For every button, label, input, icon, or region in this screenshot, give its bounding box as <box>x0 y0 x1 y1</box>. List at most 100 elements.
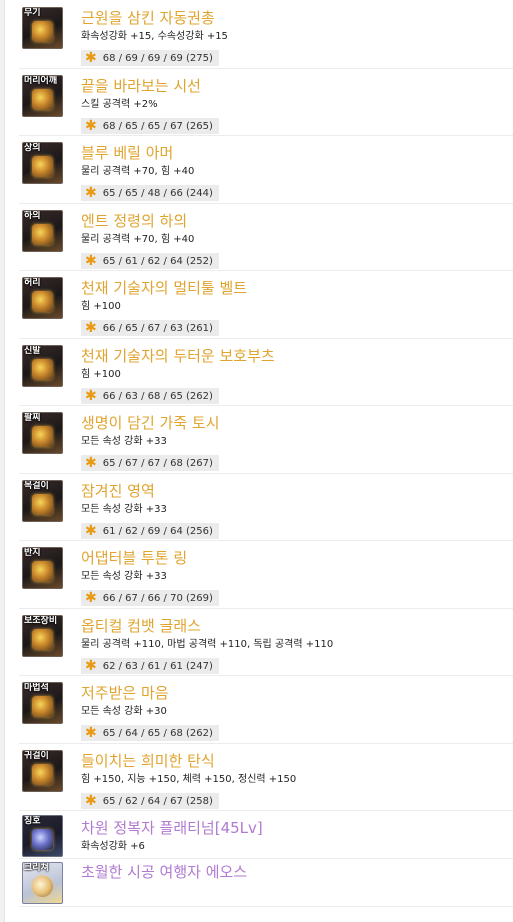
item-stat: 물리 공격력 +70, 힘 +40 <box>81 166 195 177</box>
top-armor-icon: 상의 <box>22 142 63 184</box>
item-stat: 물리 공격력 +110, 마법 공격력 +110, 독립 공격력 +110 <box>81 639 334 650</box>
weapon-icon: 무기 <box>22 7 63 49</box>
item-name[interactable]: 끝을 바라보는 시선 <box>81 76 201 96</box>
item-name[interactable]: 근원을 삼킨 자동권총 <box>81 8 215 28</box>
score-value: 65 / 61 / 62 / 64 (252) <box>102 256 213 267</box>
necklace-icon: 목걸이 <box>22 480 63 522</box>
equipment-row-earring[interactable]: 귀걸이 들이치는 희미한 탄식 힘 +150, 지능 +150, 체력 +150… <box>19 743 513 811</box>
score-badge: ✱ 65 / 64 / 65 / 68 (262) <box>81 725 219 741</box>
magic-stone-icon: 마법석 <box>22 682 63 724</box>
equipment-row-support[interactable]: 보조장비 옵티컬 컴뱃 글래스 물리 공격력 +110, 마법 공격력 +110… <box>19 608 513 676</box>
item-stat: 화속성강화 +15, 수속성강화 +15 <box>81 31 228 42</box>
score-value: 66 / 63 / 68 / 65 (262) <box>102 391 213 402</box>
item-stat: 힘 +100 <box>81 301 121 312</box>
score-badge: ✱ 65 / 65 / 48 / 66 (244) <box>81 185 219 201</box>
boots-icon: 신발 <box>22 345 63 387</box>
star-icon: ✱ <box>85 320 97 336</box>
slot-label: 팔찌 <box>24 413 41 423</box>
star-icon: ✱ <box>85 725 97 741</box>
score-value: 62 / 63 / 61 / 61 (247) <box>102 661 213 672</box>
item-name[interactable]: 천재 기술자의 멀티툴 벨트 <box>81 278 247 298</box>
score-value: 61 / 62 / 69 / 64 (256) <box>102 526 213 537</box>
score-value: 66 / 67 / 66 / 70 (269) <box>102 593 213 604</box>
item-stat: 모든 속성 강화 +30 <box>81 706 167 717</box>
slot-label: 귀걸이 <box>24 751 49 761</box>
star-icon: ✱ <box>85 388 97 404</box>
score-value: 66 / 65 / 67 / 63 (261) <box>102 323 213 334</box>
item-name[interactable]: 초월한 시공 여행자 에오스 <box>81 862 247 882</box>
slot-label: 칭호 <box>24 816 41 826</box>
equipment-row-shoulder[interactable]: 머리어깨 끝을 바라보는 시선 스킬 공격력 +2% ✱ 68 / 65 / 65… <box>19 68 513 136</box>
slot-label: 무기 <box>24 8 41 18</box>
score-badge: ✱ 68 / 65 / 65 / 67 (265) <box>81 118 219 134</box>
equipment-row-magic-stone[interactable]: 마법석 저주받은 마음 모든 속성 강화 +30 ✱ 65 / 64 / 65 /… <box>19 675 513 744</box>
glasses-icon: 보조장비 <box>22 615 63 657</box>
slot-label: 머리어깨 <box>24 76 58 86</box>
star-icon: ✱ <box>85 455 97 471</box>
item-stat: 물리 공격력 +70, 힘 +40 <box>81 234 195 245</box>
score-badge: ✱ 65 / 61 / 62 / 64 (252) <box>81 253 219 269</box>
star-icon: ✱ <box>85 590 97 606</box>
equipment-row-bottom[interactable]: 하의 엔트 정령의 하의 물리 공격력 +70, 힘 +40 ✱ 65 / 61 … <box>19 203 513 271</box>
item-name[interactable]: 들이치는 희미한 탄식 <box>81 751 215 771</box>
star-icon: ✱ <box>85 253 97 269</box>
equipment-row-shoes[interactable]: 신발 천재 기술자의 두터운 보호부츠 힘 +100 ✱ 66 / 63 / 68… <box>19 338 513 406</box>
score-badge: ✱ 68 / 69 / 69 / 69 (275) <box>81 50 219 66</box>
equipment-row-bracelet[interactable]: 팔찌 생명이 담긴 가죽 토시 모든 속성 강화 +33 ✱ 65 / 67 / … <box>19 405 513 474</box>
creature-portrait-icon: 크리쳐 <box>22 862 63 904</box>
equipment-row-top[interactable]: 상의 블루 베릴 아머 물리 공격력 +70, 힘 +40 ✱ 65 / 65 /… <box>19 135 513 204</box>
score-value: 65 / 64 / 65 / 68 (262) <box>102 728 213 739</box>
star-icon: ✱ <box>85 523 97 539</box>
score-value: 65 / 67 / 67 / 68 (267) <box>102 458 213 469</box>
item-name[interactable]: 천재 기술자의 두터운 보호부츠 <box>81 346 275 366</box>
star-icon: ✱ <box>85 118 97 134</box>
item-name[interactable]: 블루 베릴 아머 <box>81 143 173 163</box>
slot-label: 반지 <box>24 548 41 558</box>
slot-label: 마법석 <box>24 683 49 693</box>
item-name[interactable]: 엔트 정령의 하의 <box>81 211 187 231</box>
item-stat: 모든 속성 강화 +33 <box>81 571 167 582</box>
item-stat: 모든 속성 강화 +33 <box>81 504 167 515</box>
score-badge: ✱ 66 / 67 / 66 / 70 (269) <box>81 590 219 606</box>
item-name[interactable]: 옵티컬 컴뱃 글래스 <box>81 616 201 636</box>
score-badge: ✱ 65 / 67 / 67 / 68 (267) <box>81 455 219 471</box>
earring-icon: 귀걸이 <box>22 750 63 792</box>
ring-icon: 반지 <box>22 547 63 589</box>
item-stat: 힘 +150, 지능 +150, 체력 +150, 정신력 +150 <box>81 774 297 785</box>
slot-label: 목걸이 <box>24 481 49 491</box>
score-value: 65 / 62 / 64 / 67 (258) <box>102 796 213 807</box>
slot-label: 하의 <box>24 211 41 221</box>
equipment-row-belt[interactable]: 허리 천재 기술자의 멀티툴 벨트 힘 +100 ✱ 66 / 65 / 67 /… <box>19 270 513 339</box>
score-badge: ✱ 66 / 65 / 67 / 63 (261) <box>81 320 219 336</box>
star-icon: ✱ <box>85 658 97 674</box>
item-stat: 모든 속성 강화 +33 <box>81 436 167 447</box>
item-name[interactable]: 어댑터블 투톤 링 <box>81 548 187 568</box>
slot-label: 상의 <box>24 143 41 153</box>
equipment-row-weapon[interactable]: 무기 근원을 삼킨 자동권총 화속성강화 +15, 수속성강화 +15 ✱ 68 … <box>19 0 513 69</box>
score-value: 68 / 69 / 69 / 69 (275) <box>102 53 213 64</box>
item-name[interactable]: 차원 정복자 플래티넘[45Lv] <box>81 818 263 838</box>
score-value: 65 / 65 / 48 / 66 (244) <box>102 188 213 199</box>
equipment-row-ring[interactable]: 반지 어댑터블 투톤 링 모든 속성 강화 +33 ✱ 66 / 67 / 66 … <box>19 540 513 609</box>
equipment-row-necklace[interactable]: 목걸이 잠겨진 영역 모든 속성 강화 +33 ✱ 61 / 62 / 69 / … <box>19 473 513 541</box>
bracelet-icon: 팔찌 <box>22 412 63 454</box>
title-emblem-icon: 칭호 <box>22 815 63 857</box>
star-icon: ✱ <box>85 50 97 66</box>
score-value: 68 / 65 / 65 / 67 (265) <box>102 121 213 132</box>
score-badge: ✱ 61 / 62 / 69 / 64 (256) <box>81 523 219 539</box>
item-name[interactable]: 잠겨진 영역 <box>81 481 155 501</box>
score-badge: ✱ 65 / 62 / 64 / 67 (258) <box>81 793 219 809</box>
equipment-row-creature[interactable]: 크리쳐 초월한 시공 여행자 에오스 <box>19 858 513 907</box>
item-name[interactable]: 생명이 담긴 가죽 토시 <box>81 413 220 433</box>
belt-icon: 허리 <box>22 277 63 319</box>
slot-label: 허리 <box>24 278 41 288</box>
star-icon: ✱ <box>85 793 97 809</box>
item-stat: 화속성강화 +6 <box>81 841 145 852</box>
equipment-row-title[interactable]: 칭호 차원 정복자 플래티넘[45Lv] 화속성강화 +6 <box>19 810 513 859</box>
item-name[interactable]: 저주받은 마음 <box>81 683 169 703</box>
slot-label: 신발 <box>24 346 41 356</box>
slot-label: 크리쳐 <box>24 863 49 873</box>
score-badge: ✱ 66 / 63 / 68 / 65 (262) <box>81 388 219 404</box>
slot-label: 보조장비 <box>24 616 58 626</box>
equipment-panel: 무기 근원을 삼킨 자동권총 화속성강화 +15, 수속성강화 +15 ✱ 68 … <box>4 0 513 922</box>
